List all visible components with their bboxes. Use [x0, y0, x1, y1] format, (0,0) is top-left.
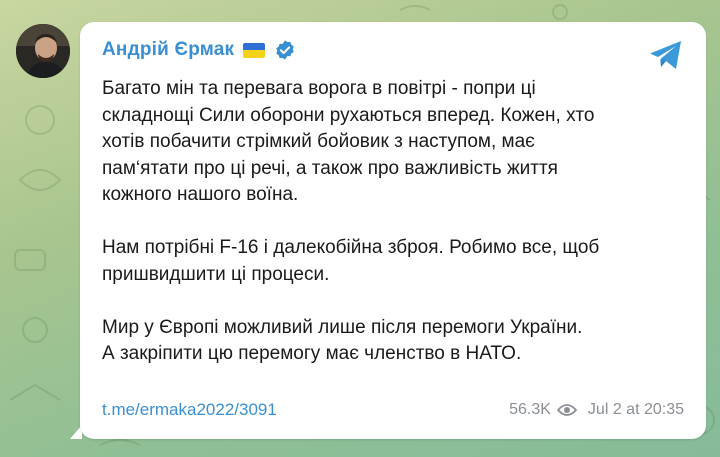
author-name[interactable]: Андрій Єрмак — [102, 39, 234, 61]
message-header: Андрій Єрмак — [102, 36, 296, 64]
telegram-icon[interactable] — [648, 38, 684, 72]
text-line: А закріпити цю перемогу має членство в Н… — [102, 343, 522, 364]
message-paragraph: Багато мін та перевага ворога в повітрі … — [102, 76, 692, 209]
message-meta: 56.3K Jul 2 at 20:35 — [509, 401, 684, 419]
message-paragraph: Мир у Європі можливий лише після перемог… — [102, 315, 692, 368]
post-link[interactable]: t.me/ermaka2022/3091 — [102, 400, 277, 420]
view-count: 56.3K — [509, 401, 551, 418]
timestamp: Jul 2 at 20:35 — [587, 401, 684, 418]
text-line: складнощі Сили оборони рухаються вперед.… — [102, 104, 595, 126]
eye-icon — [556, 404, 577, 416]
text-line: кожного нашого воїна. — [102, 184, 299, 205]
verified-badge-icon — [276, 40, 294, 60]
author-avatar[interactable] — [16, 24, 70, 78]
text-line: Нам потрібні F-16 і далекобійна зброя. Р… — [102, 237, 600, 258]
message-bubble: Андрій Єрмак Багато мін та перевага воро… — [80, 22, 706, 439]
message-text: Багато мін та перевага ворога в повітрі … — [102, 76, 692, 368]
message-footer: t.me/ermaka2022/3091 56.3K Jul 2 at 20:3… — [102, 398, 684, 422]
text-line: пам‘ятати про ці речі, а також про важли… — [102, 157, 558, 179]
text-line: Багато мін та перевага ворога в повітрі … — [102, 78, 536, 99]
text-line: хотів побачити стрімкий бойовик з наступ… — [102, 131, 535, 152]
text-line: Мир у Європі можливий лише після перемог… — [102, 316, 583, 338]
avatar-photo — [16, 24, 70, 78]
message-paragraph: Нам потрібні F-16 і далекобійна зброя. Р… — [102, 235, 692, 288]
ukraine-flag-icon — [243, 42, 266, 58]
text-line: пришвидшити ці процеси. — [102, 263, 330, 285]
